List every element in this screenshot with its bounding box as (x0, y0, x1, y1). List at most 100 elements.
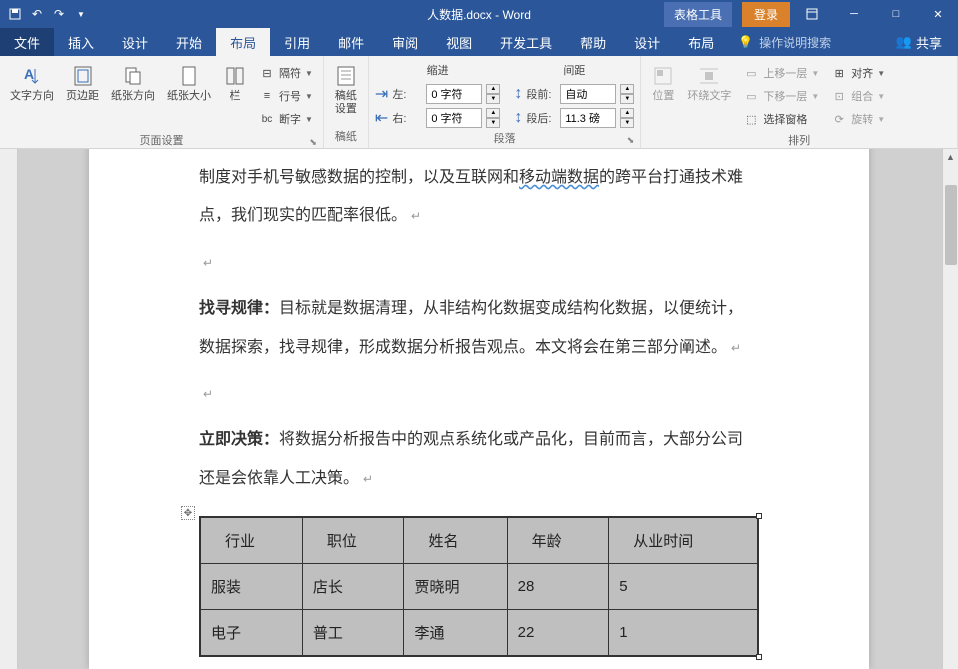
line-numbers-icon: ≡ (259, 88, 275, 104)
indent-right-spinner[interactable]: ▲▼ (486, 108, 500, 128)
selection-pane-button[interactable]: ⬚ 选择窗格 (739, 108, 823, 130)
spacing-after-icon: ↕ (514, 109, 522, 127)
tab-table-design[interactable]: 设计 (620, 28, 674, 56)
tab-design[interactable]: 设计 (108, 28, 162, 56)
table-cell[interactable]: 贾晓明 (404, 564, 507, 610)
data-table[interactable]: 行业 职位 姓名 年龄 从业时间 服装 店长 贾晓明 28 5 电子 普工 李通 (199, 516, 759, 657)
table-cell[interactable]: 李通 (404, 610, 507, 657)
scroll-up-icon[interactable]: ▲ (943, 149, 958, 165)
spacing-after-input[interactable] (560, 108, 616, 128)
text-direction-label: 文字方向 (10, 90, 54, 103)
align-button[interactable]: ⊞ 对齐 ▼ (827, 62, 889, 84)
bring-forward-button[interactable]: ▭ 上移一层 ▼ (739, 62, 823, 84)
ribbon-options-icon[interactable] (792, 0, 832, 28)
table-cell[interactable]: 服装 (200, 564, 302, 610)
indent-left-spinner[interactable]: ▲▼ (486, 84, 500, 104)
columns-button[interactable]: 栏 (219, 62, 251, 105)
dialog-launcher-icon[interactable]: ⬊ (309, 137, 317, 148)
margins-icon (71, 64, 95, 88)
table-cell[interactable]: 电子 (200, 610, 302, 657)
table-cell[interactable]: 28 (507, 564, 609, 610)
wrap-button[interactable]: 环绕文字 (683, 62, 735, 105)
table-header-cell[interactable]: 行业 (200, 517, 302, 564)
hyphenation-label: 断字 (279, 111, 301, 127)
tab-table-layout[interactable]: 布局 (674, 28, 728, 56)
table-header-cell[interactable]: 职位 (302, 517, 404, 564)
chevron-down-icon: ▼ (305, 115, 313, 124)
undo-icon[interactable]: ↶ (30, 7, 44, 21)
tab-layout[interactable]: 布局 (216, 28, 270, 56)
tab-view[interactable]: 视图 (432, 28, 486, 56)
size-button[interactable]: 纸张大小 (163, 62, 215, 105)
table-cell[interactable]: 22 (507, 610, 609, 657)
table-header-cell[interactable]: 姓名 (404, 517, 507, 564)
vertical-scrollbar[interactable]: ▲ (942, 149, 958, 669)
breaks-label: 隔符 (279, 65, 301, 81)
tab-references[interactable]: 引用 (270, 28, 324, 56)
orientation-icon (121, 64, 145, 88)
spacing-after-spinner[interactable]: ▲▼ (620, 108, 634, 128)
paragraph-blank-1[interactable]: ↵ (199, 244, 759, 282)
tab-home[interactable]: 开始 (162, 28, 216, 56)
spacing-before-input[interactable] (560, 84, 616, 104)
table-row[interactable]: 服装 店长 贾晓明 28 5 (200, 564, 758, 610)
tell-me-search[interactable]: 💡 操作说明搜索 (728, 28, 841, 56)
spacing-before-spinner[interactable]: ▲▼ (620, 84, 634, 104)
redo-icon[interactable]: ↷ (52, 7, 66, 21)
text-direction-button[interactable]: A 文字方向 (6, 62, 58, 105)
group-objects-button[interactable]: ⊡ 组合 ▼ (827, 85, 889, 107)
tab-insert[interactable]: 插入 (54, 28, 108, 56)
position-label: 位置 (652, 90, 674, 103)
dialog-launcher-icon[interactable]: ⬊ (627, 135, 635, 146)
svg-text:A: A (24, 66, 34, 82)
maximize-icon[interactable]: □ (876, 0, 916, 28)
indent-right-input[interactable] (426, 108, 482, 128)
paragraph-3[interactable]: 立即决策：将数据分析报告中的观点系统化或产品化，目前而言，大部分公司还是会依靠人… (199, 421, 759, 498)
send-backward-button[interactable]: ▭ 下移一层 ▼ (739, 85, 823, 107)
table-cell[interactable]: 店长 (302, 564, 404, 610)
qat-more-icon[interactable]: ▼ (74, 7, 88, 21)
indent-left-input[interactable] (426, 84, 482, 104)
table-cell[interactable]: 5 (609, 564, 758, 610)
share-button[interactable]: 👥 共享 (880, 28, 958, 56)
margins-button[interactable]: 页边距 (62, 62, 103, 105)
send-backward-label: 下移一层 (763, 88, 807, 104)
table-resize-handle[interactable] (756, 654, 762, 660)
manuscript-icon (334, 64, 358, 88)
rotate-label: 旋转 (851, 111, 873, 127)
manuscript-settings-button[interactable]: 稿纸设置 稿纸设置 (330, 62, 362, 118)
tab-developer[interactable]: 开发工具 (486, 28, 566, 56)
paragraph-blank-2[interactable]: ↵ (199, 375, 759, 413)
table-move-handle[interactable]: ✥ (181, 506, 195, 520)
table-resize-handle[interactable] (756, 513, 762, 519)
tab-help[interactable]: 帮助 (566, 28, 620, 56)
paragraph-2[interactable]: 找寻规律：目标就是数据清理，从非结构化数据变成结构化数据，以便统计，数据探索，找… (199, 290, 759, 367)
table-header-row[interactable]: 行业 职位 姓名 年龄 从业时间 (200, 517, 758, 564)
rotate-button[interactable]: ⟳ 旋转 ▼ (827, 108, 889, 130)
scrollbar-thumb[interactable] (945, 185, 957, 265)
hyphenation-button[interactable]: bc 断字 ▼ (255, 108, 317, 130)
orientation-label: 纸张方向 (111, 90, 155, 103)
tab-file[interactable]: 文件 (0, 28, 54, 56)
tab-review[interactable]: 审阅 (378, 28, 432, 56)
position-button[interactable]: 位置 (647, 62, 679, 105)
table-header-cell[interactable]: 年龄 (507, 517, 609, 564)
close-icon[interactable]: ✕ (918, 0, 958, 28)
table-tools-tab: 表格工具 (664, 2, 732, 27)
table-cell[interactable]: 普工 (302, 610, 404, 657)
text-direction-icon: A (20, 64, 44, 88)
orientation-button[interactable]: 纸张方向 (107, 62, 159, 105)
share-label: 共享 (916, 33, 942, 52)
line-numbers-button[interactable]: ≡ 行号 ▼ (255, 85, 317, 107)
table-row[interactable]: 电子 普工 李通 22 1 (200, 610, 758, 657)
vertical-ruler[interactable] (0, 149, 18, 669)
page[interactable]: 制度对手机号敏感数据的控制，以及互联网和移动端数据的跨平台打通技术难点，我们现实… (89, 149, 869, 669)
save-icon[interactable] (8, 7, 22, 21)
table-cell[interactable]: 1 (609, 610, 758, 657)
paragraph-1[interactable]: 制度对手机号敏感数据的控制，以及互联网和移动端数据的跨平台打通技术难点，我们现实… (199, 159, 759, 236)
breaks-button[interactable]: ⊟ 隔符 ▼ (255, 62, 317, 84)
tab-mail[interactable]: 邮件 (324, 28, 378, 56)
table-header-cell[interactable]: 从业时间 (609, 517, 758, 564)
login-button[interactable]: 登录 (742, 2, 790, 27)
minimize-icon[interactable]: ─ (834, 0, 874, 28)
